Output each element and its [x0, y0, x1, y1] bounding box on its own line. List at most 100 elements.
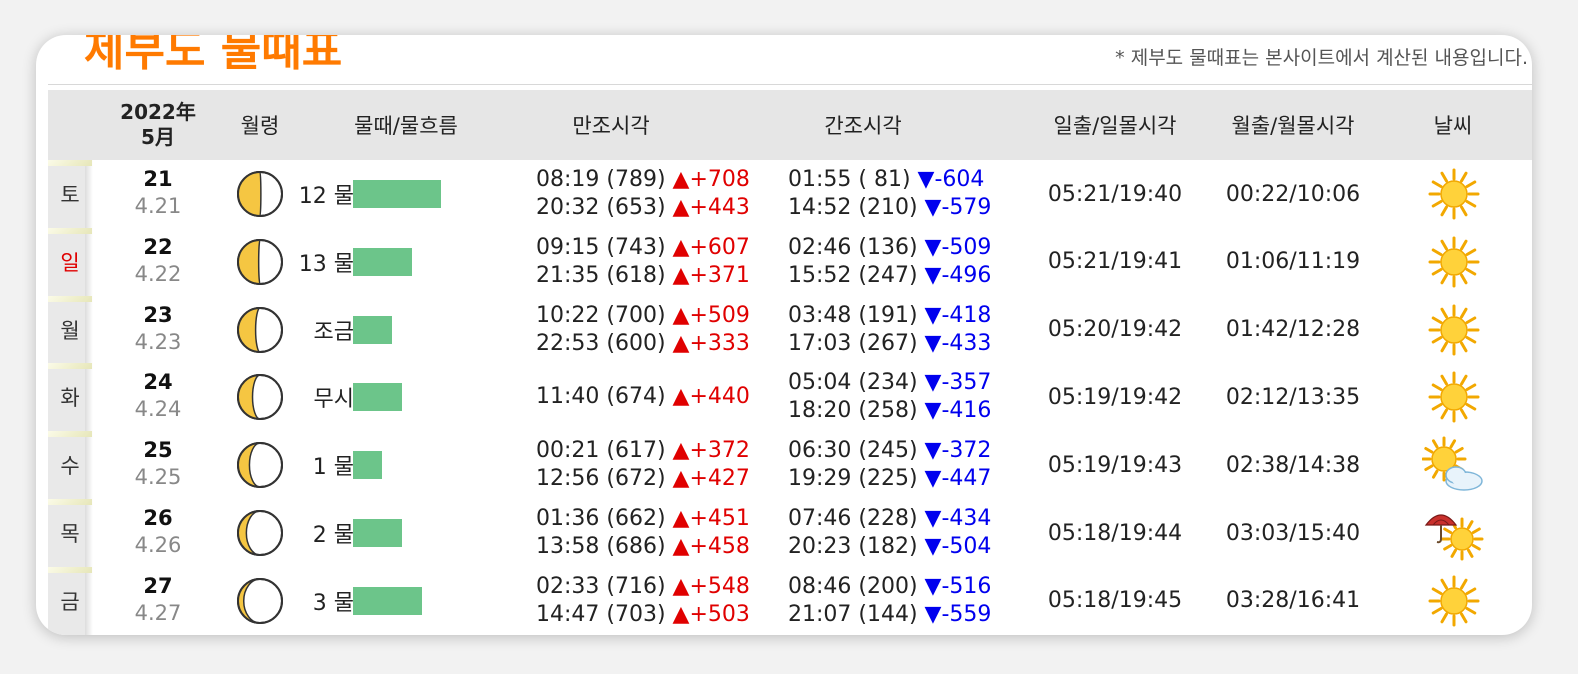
moonrise-moonset: 02:38/14:38	[1225, 452, 1361, 478]
table-row: 화 24 4.24 무시 11:40 (674) ▲+440 05:04 (23…	[48, 363, 1532, 432]
header-weather: 날씨	[1433, 114, 1473, 138]
day-of-week: 목	[48, 499, 93, 567]
calculation-notice: * 제부도 물때표는 본사이트에서 계산된 내용입니다.	[1115, 47, 1528, 69]
sunny-icon	[1422, 367, 1486, 427]
sunny-icon	[1422, 571, 1486, 631]
tide-name: 조금	[313, 319, 354, 345]
row-tab-fold	[48, 160, 92, 166]
low-tide-time: 07:46 (228)	[788, 506, 925, 531]
day-of-week: 일	[48, 227, 93, 296]
row-tab-fold	[48, 499, 92, 505]
high-tide-time: 09:15 (743)	[536, 234, 673, 260]
solar-day: 24	[143, 370, 173, 395]
tide-name: 1 물	[312, 455, 354, 481]
low-tide-fall: ▼-372	[924, 438, 992, 464]
high-tide-time: 08:19 (789)	[536, 167, 673, 192]
high-tide-time: 11:40 (674)	[536, 384, 673, 410]
high-tide-rise: ▲+451	[672, 506, 750, 531]
high-tide-cell: 01:36 (662) ▲+451 13:58 (686) ▲+458	[536, 505, 750, 561]
low-tide-time: 08:46 (200)	[788, 573, 925, 599]
header-date: 2022年 5月	[118, 90, 198, 160]
high-tide-rise: ▲+372	[672, 438, 750, 464]
lunar-date: 4.23	[134, 329, 182, 354]
high-tide-time: 02:33 (716)	[536, 573, 673, 599]
low-tide-fall: ▼-418	[924, 302, 992, 328]
tide-flow-bar	[353, 247, 412, 276]
low-tide-fall: ▼-516	[924, 573, 992, 599]
low-tide-fall: ▼-434	[924, 506, 992, 531]
moon-phase-icon	[236, 373, 284, 421]
low-tide-time: 15:52 (247)	[788, 262, 925, 288]
lunar-date: 4.25	[134, 465, 182, 490]
low-tide-time: 05:04 (234)	[788, 370, 925, 396]
header-month: 5月	[141, 125, 175, 149]
header-moonrise-moonset: 월출/월몰시각	[1231, 114, 1355, 138]
header-low-tide: 간조시각	[824, 114, 902, 138]
sunny-icon	[1422, 164, 1486, 224]
day-of-week: 화	[48, 363, 93, 432]
umbrella-sun-icon	[1422, 503, 1486, 563]
high-tide-cell: 02:33 (716) ▲+548 14:47 (703) ▲+503	[536, 573, 750, 629]
lunar-date: 4.22	[134, 261, 182, 286]
low-tide-cell: 02:46 (136) ▼-509 15:52 (247) ▼-496	[788, 234, 991, 290]
low-tide-time: 19:29 (225)	[788, 466, 925, 492]
low-tide-time: 01:55 ( 81)	[788, 167, 918, 192]
low-tide-fall: ▼-496	[924, 262, 992, 288]
header-moon-age: 월령	[240, 114, 280, 138]
low-tide-time: 14:52 (210)	[788, 195, 925, 220]
tide-flow-bar	[353, 451, 382, 480]
header-high-tide: 만조시각	[572, 114, 650, 138]
table-header: 2022年 5月 월령 물때/물흐름 만조시각 간조시각 일출/일몰시각 월출/…	[48, 90, 1532, 160]
row-tab-fold	[48, 363, 92, 370]
moon-phase-icon	[236, 238, 284, 286]
low-tide-cell: 07:46 (228) ▼-434 20:23 (182) ▼-504	[788, 505, 991, 561]
low-tide-cell: 08:46 (200) ▼-516 21:07 (144) ▼-559	[788, 573, 991, 629]
low-tide-time: 02:46 (136)	[788, 234, 925, 260]
tide-name: 3 물	[312, 590, 354, 616]
high-tide-time: 20:32 (653)	[536, 195, 673, 220]
high-tide-time: 13:58 (686)	[536, 534, 673, 559]
low-tide-fall: ▼-433	[924, 330, 992, 356]
high-tide-time: 01:36 (662)	[536, 506, 673, 531]
solar-day: 27	[143, 573, 173, 598]
high-tide-time: 00:21 (617)	[536, 438, 673, 464]
table-row: 금 27 4.27 3 물 02:33 (716) ▲+548 14:47 (70…	[48, 566, 1532, 635]
date-cell: 25 4.25	[118, 437, 198, 491]
sunny-icon	[1422, 300, 1486, 360]
sunrise-sunset: 05:21/19:40	[1047, 181, 1183, 207]
table-row: 목 26 4.26 2 물 01:36 (662) ▲+451 13:58 (68…	[48, 499, 1532, 567]
high-tide-rise: ▲+440	[672, 384, 750, 410]
tide-name: 13 물	[298, 251, 354, 277]
day-of-week: 금	[48, 566, 93, 635]
tide-table-card: 제부도 물때표 * 제부도 물때표는 본사이트에서 계산된 내용입니다. 202…	[36, 35, 1532, 635]
tide-name: 무시	[313, 387, 354, 413]
low-tide-fall: ▼-504	[924, 534, 992, 559]
low-tide-time: 21:07 (144)	[788, 601, 925, 627]
sunrise-sunset: 05:21/19:41	[1047, 249, 1183, 275]
day-of-week: 수	[48, 431, 93, 500]
high-tide-time: 14:47 (703)	[536, 601, 673, 627]
date-cell: 23 4.23	[118, 302, 198, 356]
tide-flow-bar	[353, 586, 422, 615]
date-cell: 21 4.21	[118, 166, 198, 220]
high-tide-rise: ▲+443	[672, 195, 750, 220]
header-year: 2022年	[120, 100, 196, 124]
row-tab-fold	[48, 566, 92, 573]
solar-day: 22	[143, 234, 173, 259]
moonrise-moonset: 01:42/12:28	[1225, 317, 1361, 343]
low-tide-fall: ▼-559	[924, 601, 992, 627]
header-sunrise-sunset: 일출/일몰시각	[1053, 114, 1177, 138]
high-tide-rise: ▲+427	[672, 466, 750, 492]
moon-phase-icon	[236, 441, 284, 489]
table-row: 토 21 4.21 12 물 08:19 (789) ▲+708 20:32 (6…	[48, 160, 1532, 228]
date-cell: 26 4.26	[118, 505, 198, 559]
table-row: 수 25 4.25 1 물 00:21 (617) ▲+372 12:56 (67…	[48, 431, 1532, 500]
row-tab-fold	[48, 295, 92, 302]
moonrise-moonset: 03:03/15:40	[1225, 520, 1361, 546]
moon-phase-icon	[236, 577, 284, 625]
low-tide-fall: ▼-579	[924, 195, 992, 220]
low-tide-cell: 03:48 (191) ▼-418 17:03 (267) ▼-433	[788, 302, 991, 358]
high-tide-time: 12:56 (672)	[536, 466, 673, 492]
tide-flow-bar	[353, 519, 402, 547]
solar-day: 21	[143, 167, 173, 191]
